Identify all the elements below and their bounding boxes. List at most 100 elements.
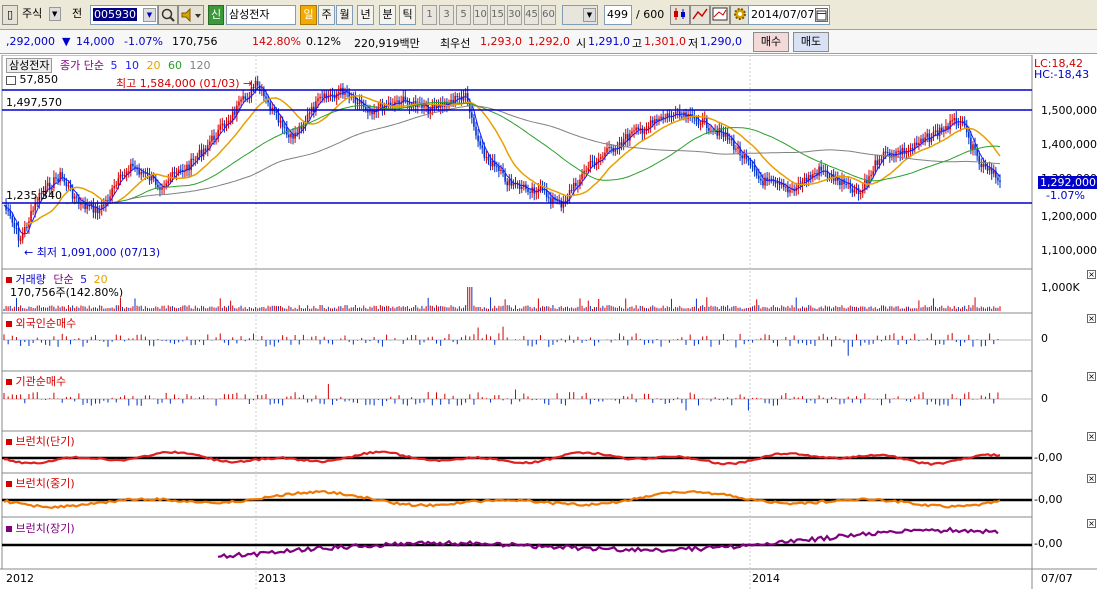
market-type-select[interactable]: 주식 ▼ [20,5,68,25]
volume-text: 170,756주(142.80%) [10,286,124,299]
table-icon[interactable] [6,75,16,85]
close-icon[interactable]: × [1087,474,1096,483]
interval-custom-select[interactable]: ▼ [562,5,598,25]
candle-body [508,179,511,186]
count-input[interactable]: 499 [604,5,632,25]
legend-marker [6,379,12,385]
high-annotation: 최고 1,584,000 (01/03) → [116,75,252,91]
candle-body [901,147,904,155]
institution-panel-frame [1,370,1033,432]
change-percent: -1.07% [124,35,163,48]
stock-badge: 신 [208,5,224,25]
interval-button[interactable]: 1 [422,5,437,25]
line-chart-icon[interactable] [690,5,710,25]
hline-lower-label: 1,235,340 [6,189,62,202]
chevron-down-icon[interactable]: ▼ [583,8,596,22]
close-icon[interactable]: × [1087,372,1096,381]
candle-body [165,183,167,186]
x-axis-label-2014: 2014 [752,572,780,585]
candle-body [175,172,178,174]
chart-canvas[interactable] [0,55,1097,589]
market-type-label: 주식 [22,7,43,20]
buy-button[interactable]: 매수 [753,32,789,52]
close-icon[interactable]: × [1087,270,1096,279]
stock-name-field[interactable]: 삼성전자 [226,5,296,25]
candle-icon[interactable] [670,5,690,25]
tab-period-minute[interactable]: 분 [379,5,396,25]
chevron-down-icon[interactable]: ▼ [48,7,61,21]
candle-body [46,182,49,187]
candle-body [814,172,816,175]
branch-long-panel-frame [1,516,1033,570]
candle-body [608,147,610,149]
chevron-down-icon[interactable]: ▼ [143,8,156,22]
candle-body [65,181,68,187]
candle-body [940,127,943,132]
branch-short-panel-frame [1,430,1033,474]
settings-icon[interactable] [730,5,750,25]
candle-body [945,125,947,130]
candle-body [219,124,222,130]
ma-20-label: 20 [146,59,161,72]
close-icon[interactable]: × [1087,432,1096,441]
tab-period-year[interactable]: 년 [357,5,374,25]
tab-period-tick[interactable]: 틱 [399,5,416,25]
candle-body [751,165,754,167]
branch-mid-level: -0,00 [1034,493,1063,506]
candle-body [275,111,278,113]
candle-body [587,167,590,171]
chart-type-icon[interactable]: ▯ [2,5,18,25]
interval-button[interactable]: 10 [473,5,488,25]
candle-body [325,93,328,99]
legend-marker [6,439,12,445]
tab-period-week[interactable]: 주 [318,5,335,25]
branch-long-line [217,526,999,559]
best-ask-label: 최우선 [440,37,471,50]
close-icon[interactable]: × [1087,519,1096,528]
interval-button[interactable]: 15 [490,5,505,25]
tab-period-day[interactable]: 일 [300,5,317,25]
candle-body [986,166,989,171]
corner-value-text: 57,850 [19,73,59,86]
sell-button[interactable]: 매도 [793,32,829,52]
interval-button[interactable]: 3 [439,5,454,25]
open-label: 시 [576,37,587,50]
search-icon[interactable] [158,5,178,25]
candle-body [951,120,953,122]
candle-body [970,137,972,150]
interval-button[interactable]: 45 [524,5,539,25]
close-icon[interactable]: × [1087,314,1096,323]
chart-area[interactable]: 삼성전자 종가 단순 5 10 20 60 120 57,850 LC:18,4… [0,55,1097,589]
hline-upper-label: 1,497,570 [6,96,62,109]
candle-body [955,118,958,125]
candle-body [735,148,737,150]
candle-body [179,169,182,171]
volume-panel-frame [1,268,1033,314]
candle-body [61,172,64,178]
candle-body [660,116,662,119]
interval-button[interactable]: 60 [541,5,556,25]
candle-body [169,178,172,181]
candle-body [263,90,265,97]
stock-code-input[interactable]: 005930 ▼ [90,5,158,25]
candle-body [591,160,594,163]
candle-body [119,174,122,179]
date-input[interactable]: 2014/07/07 [748,5,830,25]
interval-button[interactable]: 5 [456,5,471,25]
compare-chart-icon[interactable] [710,5,730,25]
ma-5-label: 5 [110,59,118,72]
candle-body [86,205,88,210]
candle-body [564,200,567,202]
tab-period-month[interactable]: 월 [336,5,353,25]
candle-body [242,96,244,100]
candle-body [539,186,542,189]
legend-marker [6,526,12,532]
best-ask-value: 1,293,0 [480,35,522,48]
candle-body [194,159,197,161]
speaker-icon[interactable] [178,5,204,25]
candle-body [676,111,679,113]
candle-body [620,142,623,145]
interval-button[interactable]: 30 [507,5,522,25]
calendar-icon[interactable] [815,8,828,22]
candle-body [649,120,652,127]
